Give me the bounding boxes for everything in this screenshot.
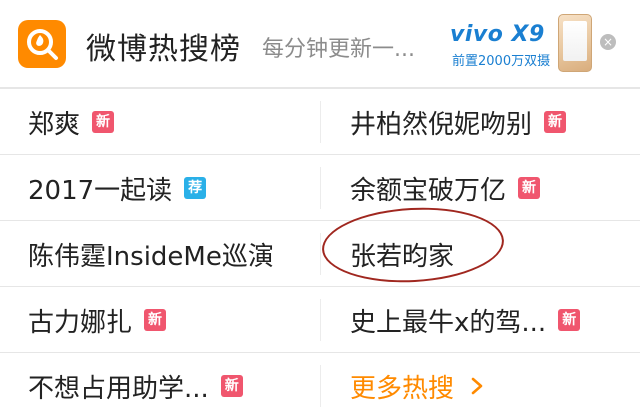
trending-term: 史上最牛x的驾... — [350, 307, 547, 338]
recommend-badge: 荐 — [184, 177, 207, 199]
trending-item[interactable]: 史上最牛x的驾... 新 — [320, 287, 640, 353]
trending-row: 陈伟霆InsideMe巡演 张若昀家 — [0, 220, 640, 286]
phone-image — [558, 14, 592, 72]
trending-item[interactable]: 陈伟霆InsideMe巡演 — [0, 221, 320, 287]
trending-item[interactable]: 古力娜扎 新 — [0, 287, 320, 353]
ad-banner[interactable]: vivo X9 前置2000万双摄 × — [442, 8, 616, 78]
new-badge: 新 — [558, 309, 581, 331]
trending-item[interactable]: 2017一起读 荐 — [0, 155, 320, 221]
trending-term: 2017一起读 — [28, 175, 173, 206]
close-icon[interactable]: × — [600, 34, 616, 50]
weibo-hot-search-panel: 微博热搜榜 每分钟更新一... vivo X9 前置2000万双摄 × 郑爽 新… — [0, 0, 640, 420]
new-badge: 新 — [220, 375, 243, 397]
more-trending-label: 更多热搜 — [350, 368, 486, 405]
trending-item[interactable]: 井柏然倪妮吻别 新 — [320, 89, 640, 155]
new-badge: 新 — [544, 111, 567, 133]
trending-term: 陈伟霆InsideMe巡演 — [28, 241, 274, 272]
new-badge: 新 — [92, 111, 115, 133]
new-badge: 新 — [144, 309, 167, 331]
trending-item[interactable]: 不想占用助学... 新 — [0, 353, 320, 419]
update-frequency-text: 每分钟更新一... — [262, 37, 415, 62]
ad-brand: vivo X9 — [450, 22, 545, 47]
trending-term: 郑爽 — [28, 109, 81, 140]
trending-row: 古力娜扎 新 史上最牛x的驾... 新 — [0, 286, 640, 352]
trending-row: 2017一起读 荐 余额宝破万亿 新 — [0, 154, 640, 220]
trending-term: 井柏然倪妮吻别 — [350, 109, 533, 140]
more-trending-link[interactable]: 更多热搜 — [320, 353, 640, 419]
header: 微博热搜榜 每分钟更新一... vivo X9 前置2000万双摄 × — [0, 0, 640, 88]
ad-tagline: 前置2000万双摄 — [452, 54, 551, 69]
trending-row: 郑爽 新 井柏然倪妮吻别 新 — [0, 88, 640, 154]
page-title: 微博热搜榜 — [86, 32, 241, 67]
trending-term: 余额宝破万亿 — [350, 175, 507, 206]
trending-item[interactable]: 郑爽 新 — [0, 89, 320, 155]
trending-row: 不想占用助学... 新 更多热搜 — [0, 352, 640, 418]
trending-term: 古力娜扎 — [28, 307, 133, 338]
trending-item[interactable]: 余额宝破万亿 新 — [320, 155, 640, 221]
new-badge: 新 — [518, 177, 541, 199]
more-trending-text: 更多热搜 — [350, 373, 455, 404]
search-fire-icon[interactable] — [18, 20, 66, 68]
trending-term: 不想占用助学... — [28, 373, 209, 404]
chevron-right-icon — [471, 377, 483, 395]
